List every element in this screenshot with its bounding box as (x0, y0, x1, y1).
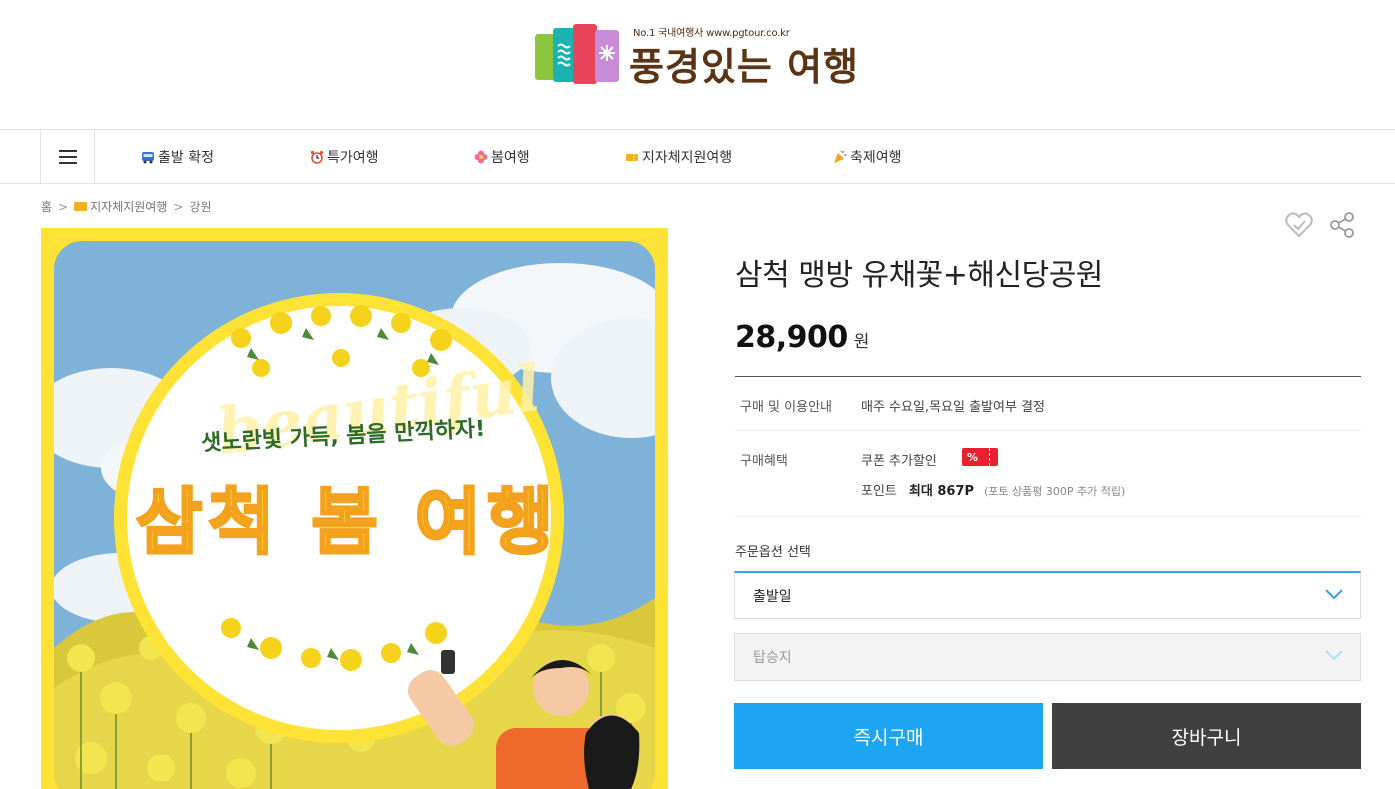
logo-name: 풍경있는 여행 (629, 45, 859, 89)
share-icon (1330, 212, 1354, 238)
guide-value: 매주 수요일,목요일 출발여부 결정 (861, 400, 1045, 415)
menu-button[interactable] (40, 130, 95, 183)
guide-label: 구매 및 이용안내 (740, 400, 832, 415)
wishlist-button[interactable] (1284, 210, 1314, 240)
point-label: 포인트 (861, 484, 897, 499)
divider (735, 516, 1361, 517)
boarding-place-placeholder: 탑승지 (753, 650, 792, 666)
chevron-down-icon (1325, 589, 1343, 600)
coupon-label: 쿠폰 추가할인 (861, 454, 937, 469)
boarding-place-select[interactable]: 탑승지 (734, 633, 1361, 681)
divider (735, 430, 1361, 431)
image-title: 삼척 봄 여행 (134, 479, 560, 566)
logo-mark-icon (535, 24, 621, 86)
chevron-down-icon (1325, 650, 1343, 661)
benefit-label: 구매혜택 (740, 454, 788, 469)
bus-icon (142, 151, 154, 163)
alarm-clock-icon (310, 150, 324, 164)
price-value: 28,900 (735, 320, 848, 355)
breadcrumb-category[interactable]: 지자체지원여행 (90, 198, 167, 215)
add-to-cart-button[interactable]: 장바구니 (1052, 703, 1361, 769)
point-note: (포토 상품평 300P 추가 적립) (984, 485, 1126, 498)
product-title: 삼척 맹방 유채꽃+해신당공원 (735, 258, 1103, 293)
chevron-right-icon: > (173, 199, 184, 214)
breadcrumb-home[interactable]: 홈 (41, 198, 52, 215)
nav-item-departure-confirmed[interactable]: 출발 확정 (141, 130, 214, 183)
heart-check-icon (1285, 212, 1313, 238)
buy-now-button[interactable]: 즉시구매 (734, 703, 1043, 769)
site-logo[interactable]: No.1 국내여행사 www.pgtour.co.kr 풍경있는 여행 (535, 20, 875, 90)
nav-label: 봄여행 (491, 149, 530, 166)
share-button[interactable] (1327, 210, 1357, 240)
breadcrumb: 홈 > 지자체지원여행 > 강원 (41, 198, 212, 215)
product-price: 28,900 원 (735, 320, 869, 355)
nav-item-spring-trip[interactable]: 봄여행 (474, 130, 530, 183)
departure-date-select[interactable]: 출발일 (734, 571, 1361, 619)
nav-item-festival-trip[interactable]: 축제여행 (833, 130, 902, 183)
nav-label: 출발 확정 (158, 149, 214, 166)
site-header: No.1 국내여행사 www.pgtour.co.kr 풍경있는 여행 (0, 0, 1395, 130)
nav-label: 특가여행 (327, 149, 379, 166)
flower-icon (474, 150, 488, 163)
coupon-badge[interactable]: % (962, 448, 998, 466)
main-nav: 출발 확정 특가여행 봄여행 지자체지원여행 축제여행 (0, 129, 1395, 184)
breadcrumb-region[interactable]: 강원 (189, 198, 211, 215)
nav-label: 축제여행 (850, 149, 902, 166)
price-currency: 원 (853, 332, 870, 352)
product-image: beautiful 샛노란빛 가득, 봄을 만끽하자! 삼척 봄 여행 (41, 228, 668, 789)
ticket-icon (626, 153, 638, 161)
option-title: 주문옵션 선택 (735, 545, 811, 560)
party-popper-icon (834, 149, 847, 163)
divider (735, 376, 1361, 377)
nav-item-local-gov-trip[interactable]: 지자체지원여행 (625, 130, 732, 183)
departure-date-placeholder: 출발일 (753, 588, 792, 605)
point-value: 최대 867P (908, 484, 975, 499)
point-row: 포인트 최대 867P (포토 상품평 300P 추가 적립) (861, 480, 1125, 499)
hamburger-icon (58, 149, 77, 164)
nav-label: 지자체지원여행 (642, 149, 733, 166)
nav-item-special-deals[interactable]: 특가여행 (310, 130, 379, 183)
chevron-right-icon: > (58, 199, 69, 214)
ticket-icon (74, 202, 88, 211)
